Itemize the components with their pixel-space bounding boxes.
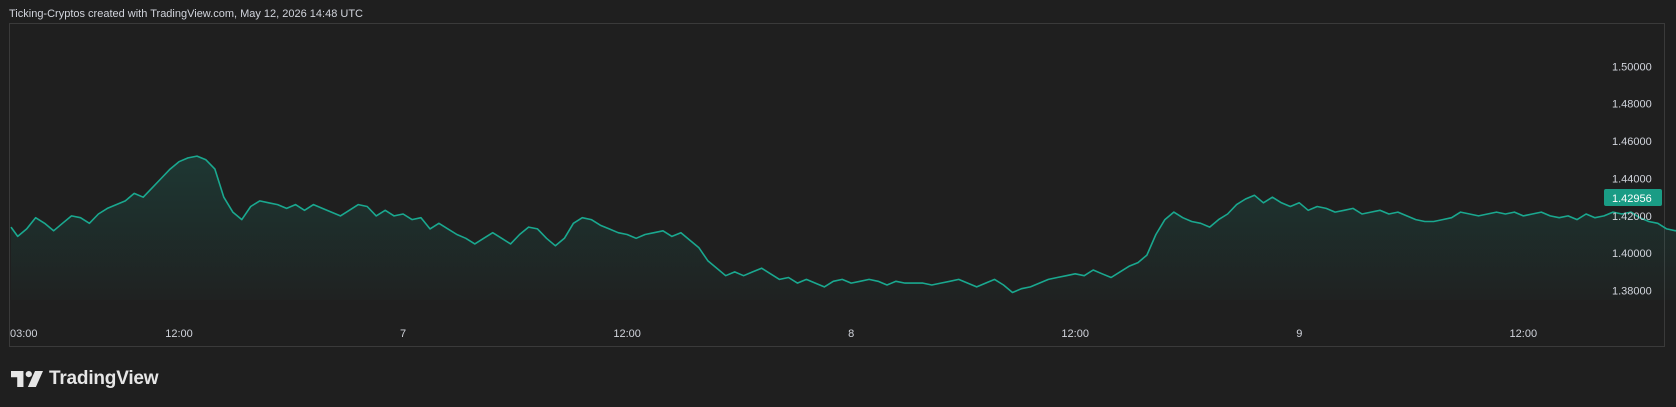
x-tick-label: 12:00 <box>1061 328 1089 340</box>
price-chart[interactable]: 1.50000 1.48000 1.46000 1.44000 1.42000 1.400… <box>0 0 1676 407</box>
area-fill <box>11 156 1676 300</box>
x-tick-label: 8 <box>848 328 854 340</box>
y-tick-label: 1.44000 <box>1612 174 1652 186</box>
time-axis[interactable]: 03:0012:00712:00812:00912:001012:001112:… <box>10 328 1676 340</box>
y-tick-label: 1.38000 <box>1612 286 1652 298</box>
x-tick-label: 03:00 <box>10 328 38 340</box>
price-area-fill <box>11 156 1676 300</box>
y-tick-label: 1.50000 <box>1612 61 1652 73</box>
y-tick-label: 1.46000 <box>1612 136 1652 148</box>
last-price-tag: 1.42956 <box>1604 189 1662 206</box>
x-tick-label: 9 <box>1296 328 1302 340</box>
x-tick-label: 12:00 <box>165 328 193 340</box>
x-tick-label: 12:00 <box>1510 328 1538 340</box>
tradingview-logo[interactable]: TradingView <box>11 368 159 390</box>
y-tick-label: 1.48000 <box>1612 99 1652 111</box>
brand-name: TradingView <box>49 368 159 389</box>
y-tick-label: 1.42000 <box>1612 211 1652 223</box>
x-tick-label: 12:00 <box>613 328 641 340</box>
last-price-label: 1.42956 <box>1612 193 1652 205</box>
tradingview-logo-icon <box>11 371 43 387</box>
x-tick-label: 7 <box>400 328 406 340</box>
y-tick-label: 1.40000 <box>1612 248 1652 260</box>
